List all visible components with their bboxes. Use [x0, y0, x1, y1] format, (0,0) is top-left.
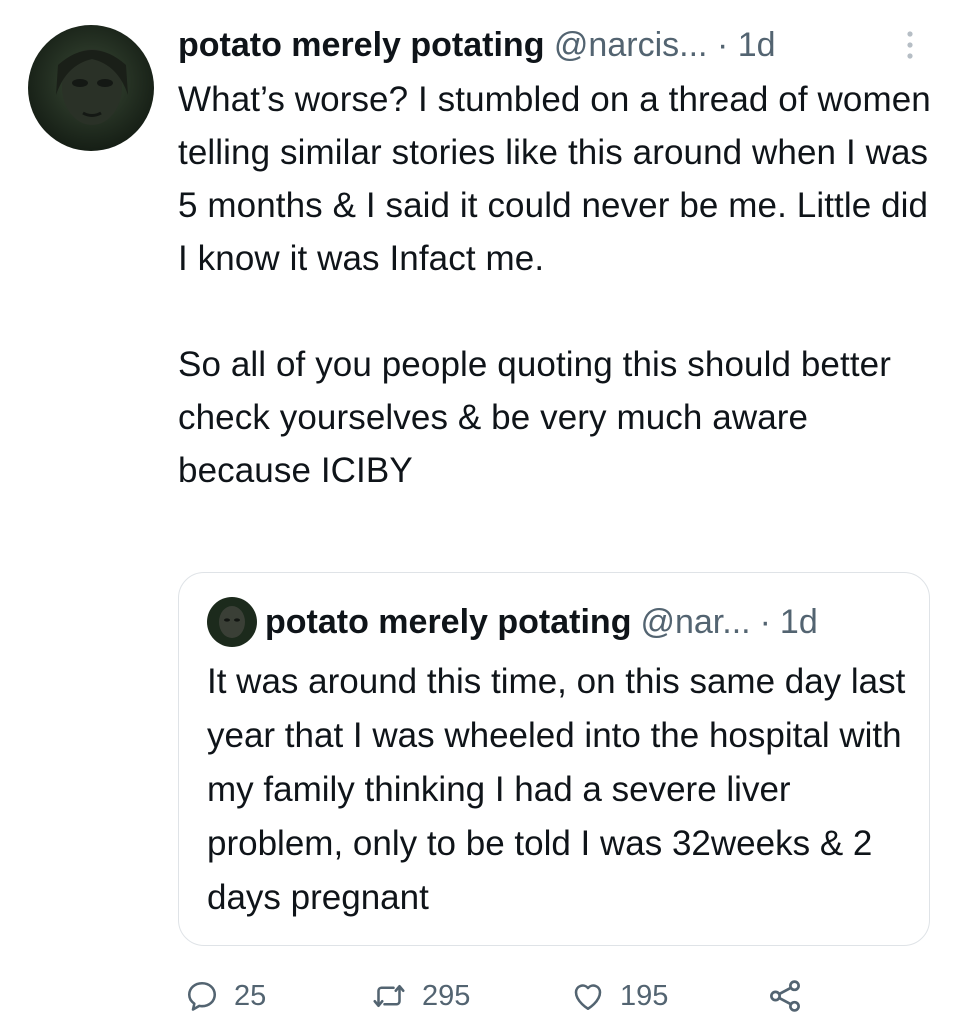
quoted-tweet-text: It was around this time, on this same da…	[207, 662, 906, 917]
tweet-timestamp[interactable]: 1d	[738, 26, 776, 64]
quoted-tweet-header: potato merely potating @nar... · 1d	[207, 597, 818, 647]
tweet-actions: 25 295 195	[184, 974, 924, 1018]
author-handle[interactable]: @narcis...	[554, 26, 708, 64]
like-button[interactable]: 195	[570, 974, 668, 1018]
tweet-paragraph: So all of you people quoting this should…	[178, 345, 891, 490]
retweet-icon	[373, 984, 405, 1008]
share-button[interactable]	[766, 974, 818, 1018]
share-icon	[770, 980, 800, 1012]
quoted-header-separator: ·	[759, 603, 771, 641]
author-name[interactable]: potato merely potating	[178, 26, 544, 64]
quoted-author-avatar	[207, 597, 257, 647]
quoted-author-name: potato merely potating	[265, 603, 632, 641]
heart-icon	[574, 984, 602, 1011]
tweet-text: What’s worse? I stumbled on a thread of …	[178, 73, 938, 497]
like-count: 195	[620, 979, 669, 1012]
retweet-button[interactable]: 295	[370, 974, 470, 1018]
reply-count: 25	[234, 979, 267, 1012]
quoted-tweet[interactable]: potato merely potating @nar... · 1d It w…	[178, 572, 930, 946]
tweet-header: potato merely potating @narcis... · 1d	[178, 22, 938, 68]
reply-bubble-icon	[187, 981, 217, 1011]
header-separator: ·	[716, 26, 729, 64]
reply-button[interactable]: 25	[184, 974, 266, 1018]
quoted-tweet-timestamp: 1d	[779, 603, 818, 641]
author-avatar[interactable]	[28, 25, 154, 151]
tweet-paragraph: What’s worse? I stumbled on a thread of …	[178, 80, 931, 278]
retweet-count: 295	[422, 979, 471, 1012]
quoted-author-handle: @nar...	[640, 603, 751, 641]
more-vertical-icon[interactable]	[904, 28, 916, 64]
